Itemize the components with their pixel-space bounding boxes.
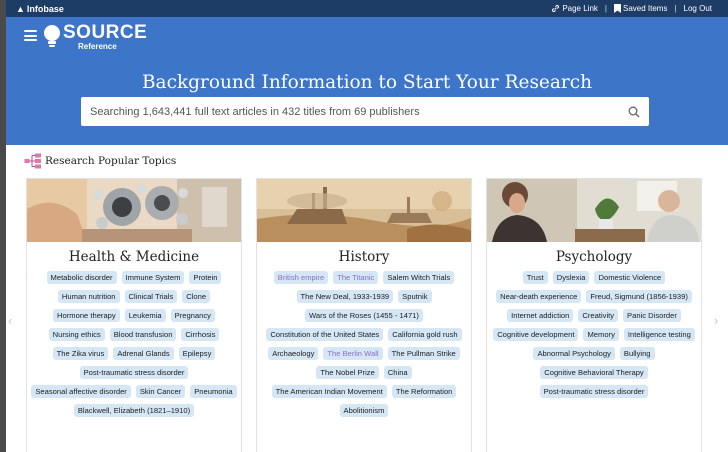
topic-tag[interactable]: Freud, Sigmund (1856-1939) [586, 290, 692, 303]
bookmark-icon [613, 4, 621, 13]
source-reference-logo[interactable]: SOURCE Reference [44, 23, 147, 51]
topic-tag[interactable]: Post-traumatic stress disorder [79, 366, 189, 379]
topic-tag[interactable]: Dyslexia [552, 271, 590, 284]
topic-tag[interactable]: Post-traumatic stress disorder [539, 385, 649, 398]
logo-sub-text: Reference [78, 42, 117, 51]
topic-tag[interactable]: Bullying [619, 347, 655, 360]
topic-tag[interactable]: Epilepsy [178, 347, 216, 360]
carousel-next-arrow-icon[interactable]: › [714, 313, 718, 328]
topic-tag[interactable]: Sputnik [398, 290, 432, 303]
topic-tag[interactable]: Pneumonia [190, 385, 237, 398]
log-out-label: Log Out [683, 4, 712, 13]
top-utility-bar: ▲ Infobase Page Link | Saved Items | Log… [6, 0, 728, 17]
topic-tag[interactable]: Wars of the Roses (1455 - 1471) [305, 309, 423, 322]
topic-tag[interactable]: Blood transfusion [109, 328, 177, 341]
topic-tag[interactable]: The New Deal, 1933-1939 [296, 290, 394, 303]
infobase-brand[interactable]: ▲ Infobase [16, 4, 64, 14]
hero-title: Background Information to Start Your Res… [141, 72, 593, 93]
topic-tag[interactable]: Cirrhosis [181, 328, 220, 341]
topic-tag[interactable]: Intelligence testing [623, 328, 695, 341]
topic-tag[interactable]: Clinical Trials [124, 290, 178, 303]
topic-tag[interactable]: The Zika virus [52, 347, 109, 360]
topic-tag[interactable]: China [383, 366, 412, 379]
infobase-brand-bold: Infobase [26, 3, 64, 14]
topic-tag[interactable]: Archaeology [268, 347, 319, 360]
topic-tag[interactable]: Adrenal Glands [113, 347, 174, 360]
topic-tag[interactable]: Immune System [121, 271, 185, 284]
popular-topics-heading: Research Popular Topics [24, 153, 176, 169]
topic-tag[interactable]: The Pullman Strike [387, 347, 460, 360]
topic-tag[interactable]: Memory [583, 328, 619, 341]
lightbulb-icon [44, 23, 60, 49]
search-box [81, 97, 649, 126]
topics-sitemap-icon [24, 153, 41, 169]
topic-tag[interactable]: Pregnancy [170, 309, 215, 322]
topic-card-health-medicine: Health & Medicine Metabolic disorder Imm… [26, 178, 242, 452]
page-link-label: Page Link [562, 4, 598, 13]
topic-tag[interactable]: Skin Cancer [135, 385, 186, 398]
carousel-prev-arrow-icon[interactable]: ‹ [8, 313, 12, 328]
top-link-separator: | [674, 4, 677, 13]
log-out-link[interactable]: Log Out [684, 4, 712, 13]
topic-tag[interactable]: Metabolic disorder [46, 271, 117, 284]
topic-tag[interactable]: The Titanic [333, 271, 379, 284]
topic-tag[interactable]: Leukemia [124, 309, 166, 322]
topic-tag[interactable]: The Berlin Wall [323, 347, 383, 360]
topic-tag[interactable]: Hormone therapy [53, 309, 120, 322]
search-input[interactable] [81, 97, 619, 126]
topic-tag[interactable]: Abolitionism [339, 404, 389, 417]
section-title: Research Popular Topics [45, 155, 177, 167]
logo-main-text: SOURCE [63, 22, 148, 43]
topic-tag[interactable]: California gold rush [388, 328, 462, 341]
card-title: Psychology [555, 249, 633, 265]
topic-tag[interactable]: Abnormal Psychology [533, 347, 615, 360]
topic-tag[interactable]: Constitution of the United States [266, 328, 384, 341]
topic-card-history: History British empire The Titanic Salem… [256, 178, 472, 452]
topic-tag[interactable]: British empire [273, 271, 329, 284]
topic-tag[interactable]: Trust [522, 271, 548, 284]
topic-tag[interactable]: Internet addiction [507, 309, 574, 322]
page-link-link[interactable]: Page Link [551, 4, 598, 13]
card-title: Health & Medicine [68, 249, 200, 265]
topic-tag[interactable]: Near-death experience [496, 290, 582, 303]
search-button[interactable] [619, 97, 649, 126]
topic-tag[interactable]: The American Indian Movement [271, 385, 387, 398]
hamburger-menu-icon[interactable] [24, 30, 37, 41]
history-image[interactable] [257, 179, 471, 242]
topic-tag[interactable]: The Nobel Prize [316, 366, 379, 379]
saved-items-label: Saved Items [622, 4, 668, 13]
psychology-image[interactable] [487, 179, 701, 242]
topic-tag[interactable]: Protein [189, 271, 222, 284]
topic-tag[interactable]: Clone [182, 290, 211, 303]
topic-tag[interactable]: Domestic Violence [594, 271, 666, 284]
top-links: Page Link | Saved Items | Log Out [551, 4, 712, 13]
topic-tag[interactable]: Cognitive Behavioral Therapy [540, 366, 648, 379]
topic-tag[interactable]: Nursing ethics [48, 328, 105, 341]
topic-tag[interactable]: Blackwell, Elizabeth (1821–1910) [73, 404, 195, 417]
topic-card-psychology: Psychology Trust Dyslexia Domestic Viole… [486, 178, 702, 452]
search-icon [628, 106, 640, 117]
topic-tags: Trust Dyslexia Domestic Violence Near-de… [487, 271, 701, 398]
topic-tag[interactable]: Cognitive development [493, 328, 579, 341]
card-title: History [338, 249, 390, 265]
link-icon [552, 4, 560, 13]
saved-items-link[interactable]: Saved Items [613, 4, 668, 13]
topic-tags: British empire The Titanic Salem Witch T… [257, 271, 471, 417]
topic-tag[interactable]: The Reformation [391, 385, 457, 398]
infobase-icon: ▲ [16, 3, 25, 14]
health-medicine-image[interactable] [27, 179, 241, 242]
topic-tag[interactable]: Salem Witch Trials [383, 271, 455, 284]
hero-banner: SOURCE Reference Background Information … [6, 17, 728, 145]
topic-tag[interactable]: Panic Disorder [623, 309, 681, 322]
topic-tag[interactable]: Human nutrition [57, 290, 120, 303]
top-link-separator: | [604, 4, 607, 13]
topic-tag[interactable]: Seasonal affective disorder [31, 385, 131, 398]
topic-tag[interactable]: Creativity [578, 309, 619, 322]
topic-tags: Metabolic disorder Immune System Protein… [27, 271, 241, 417]
